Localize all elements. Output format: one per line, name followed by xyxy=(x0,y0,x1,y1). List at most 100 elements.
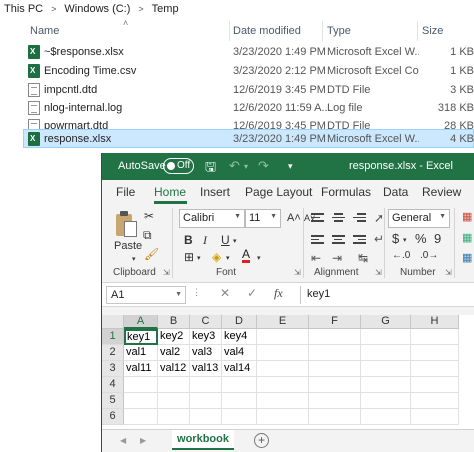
cell[interactable] xyxy=(361,377,411,393)
row-header[interactable]: 5 xyxy=(102,393,124,409)
tab-home[interactable]: Home xyxy=(154,185,186,199)
row-header[interactable]: 1 xyxy=(102,329,124,345)
paste-button-label[interactable]: Paste xyxy=(114,240,142,252)
borders-icon[interactable]: ⊞ xyxy=(184,250,194,264)
paste-dropdown-icon[interactable]: ▾ xyxy=(132,255,136,263)
breadcrumb-temp[interactable]: Temp xyxy=(152,3,179,15)
format-painter-icon[interactable]: 🖌 xyxy=(144,247,159,261)
cell[interactable] xyxy=(411,409,459,425)
column-divider[interactable] xyxy=(417,21,418,41)
formula-bar-grip-icon[interactable]: ⋮ xyxy=(192,287,201,298)
cell[interactable] xyxy=(158,377,190,393)
cell[interactable] xyxy=(190,377,222,393)
column-divider[interactable] xyxy=(322,21,323,41)
cell[interactable] xyxy=(257,361,309,377)
cell[interactable]: val4 xyxy=(222,345,257,361)
cell[interactable] xyxy=(361,409,411,425)
cell[interactable]: key2 xyxy=(158,329,190,345)
italic-button[interactable]: I xyxy=(203,233,207,248)
row-header[interactable]: 6 xyxy=(102,409,124,425)
cell[interactable] xyxy=(411,393,459,409)
cell[interactable] xyxy=(257,409,309,425)
cell[interactable] xyxy=(309,377,361,393)
cell[interactable] xyxy=(411,345,459,361)
column-divider[interactable] xyxy=(229,21,230,41)
align-right-icon[interactable] xyxy=(353,235,366,246)
column-header-d[interactable]: D xyxy=(222,315,257,329)
cell[interactable]: val1 xyxy=(124,345,158,361)
font-size-select[interactable]: 11 ▼ xyxy=(245,209,281,228)
fill-color-icon[interactable]: ◈ xyxy=(212,250,221,264)
sheet-tab-workbook[interactable]: workbook xyxy=(172,430,234,450)
cell[interactable] xyxy=(257,345,309,361)
breadcrumb-windows-drive[interactable]: Windows (C:) xyxy=(64,3,130,15)
row-header[interactable]: 4 xyxy=(102,377,124,393)
paste-icon[interactable] xyxy=(114,210,138,238)
autosave-toggle[interactable]: Off xyxy=(163,158,194,174)
wrap-text-icon[interactable]: ↵ xyxy=(374,232,384,246)
cell[interactable] xyxy=(257,329,309,345)
increase-indent-icon[interactable]: ⇥ xyxy=(332,251,342,265)
top-align-icon[interactable] xyxy=(311,213,324,224)
bold-button[interactable]: B xyxy=(184,233,193,247)
cell[interactable] xyxy=(158,409,190,425)
name-box[interactable]: A1 ▼ xyxy=(106,286,186,304)
row-header[interactable]: 3 xyxy=(102,361,124,377)
cell[interactable]: key4 xyxy=(222,329,257,345)
file-row[interactable]: impcntl.dtd 12/6/2019 3:45 PM DTD File 3… xyxy=(24,81,474,99)
decrease-decimal-icon[interactable]: .0→ xyxy=(420,250,438,261)
file-row-selected[interactable]: response.xlsx 3/23/2020 1:49 PM Microsof… xyxy=(23,129,474,148)
align-center-icon[interactable] xyxy=(332,235,345,246)
merge-center-icon[interactable]: ↹ xyxy=(358,251,368,265)
format-as-table-icon[interactable]: ▦ xyxy=(462,231,472,244)
increase-font-icon[interactable]: A˄ xyxy=(287,212,301,224)
cell[interactable]: val13 xyxy=(190,361,222,377)
column-header-g[interactable]: G xyxy=(361,315,411,329)
cell[interactable] xyxy=(124,393,158,409)
font-name-select[interactable]: Calibri ▼ xyxy=(179,209,245,228)
column-header-b[interactable]: B xyxy=(158,315,190,329)
conditional-formatting-icon[interactable]: ▦ xyxy=(462,210,472,223)
column-header-type[interactable]: Type xyxy=(327,25,351,37)
excel-title-bar[interactable]: AutoSave Off 🖫 ↶ ▾ ↷ ▾ response.xlsx - E… xyxy=(102,153,474,180)
undo-dropdown-icon[interactable]: ▾ xyxy=(244,162,248,171)
column-header-name[interactable]: Name xyxy=(30,25,59,37)
column-header-date[interactable]: Date modified xyxy=(233,25,301,37)
increase-decimal-icon[interactable]: ←.0 xyxy=(392,250,410,261)
cell[interactable] xyxy=(124,377,158,393)
cell[interactable]: val11 xyxy=(124,361,158,377)
cell[interactable] xyxy=(309,409,361,425)
cell[interactable]: val2 xyxy=(158,345,190,361)
cell-styles-icon[interactable]: ▦ xyxy=(462,251,472,264)
underline-dropdown-icon[interactable]: ▾ xyxy=(233,237,237,245)
column-header-a[interactable]: A xyxy=(124,315,158,329)
active-cell[interactable]: key1 xyxy=(124,329,158,345)
cell[interactable]: key3 xyxy=(190,329,222,345)
comma-format-icon[interactable]: 9 xyxy=(434,231,441,246)
middle-align-icon[interactable] xyxy=(332,213,345,224)
bottom-align-icon[interactable] xyxy=(353,213,366,224)
file-row[interactable]: nlog-internal.log 12/6/2020 11:59 A... L… xyxy=(24,99,474,117)
borders-dropdown-icon[interactable]: ▾ xyxy=(197,254,201,262)
cell[interactable] xyxy=(124,409,158,425)
file-row[interactable]: ~$response.xlsx 3/23/2020 1:49 PM Micros… xyxy=(24,43,474,61)
cell[interactable] xyxy=(309,345,361,361)
tab-review[interactable]: Review xyxy=(422,185,461,199)
cell[interactable]: val12 xyxy=(158,361,190,377)
number-launcher-icon[interactable]: ⇲ xyxy=(445,268,452,277)
cut-icon[interactable]: ✂ xyxy=(144,209,154,223)
currency-format-icon[interactable]: $ xyxy=(392,231,399,246)
save-icon[interactable]: 🖫 xyxy=(205,158,216,180)
breadcrumb-this-pc[interactable]: This PC xyxy=(4,3,43,15)
column-header-f[interactable]: F xyxy=(309,315,361,329)
alignment-launcher-icon[interactable]: ⇲ xyxy=(375,268,382,277)
cell[interactable] xyxy=(222,393,257,409)
customize-toolbar-icon[interactable]: ▾ xyxy=(288,161,293,172)
font-color-dropdown-icon[interactable]: ▾ xyxy=(257,254,261,262)
cell[interactable] xyxy=(361,393,411,409)
cell[interactable] xyxy=(361,329,411,345)
enter-entry-button[interactable]: ✓ xyxy=(247,286,257,300)
orientation-icon[interactable]: ➚ xyxy=(374,211,384,225)
cell[interactable]: val3 xyxy=(190,345,222,361)
cell[interactable] xyxy=(257,393,309,409)
